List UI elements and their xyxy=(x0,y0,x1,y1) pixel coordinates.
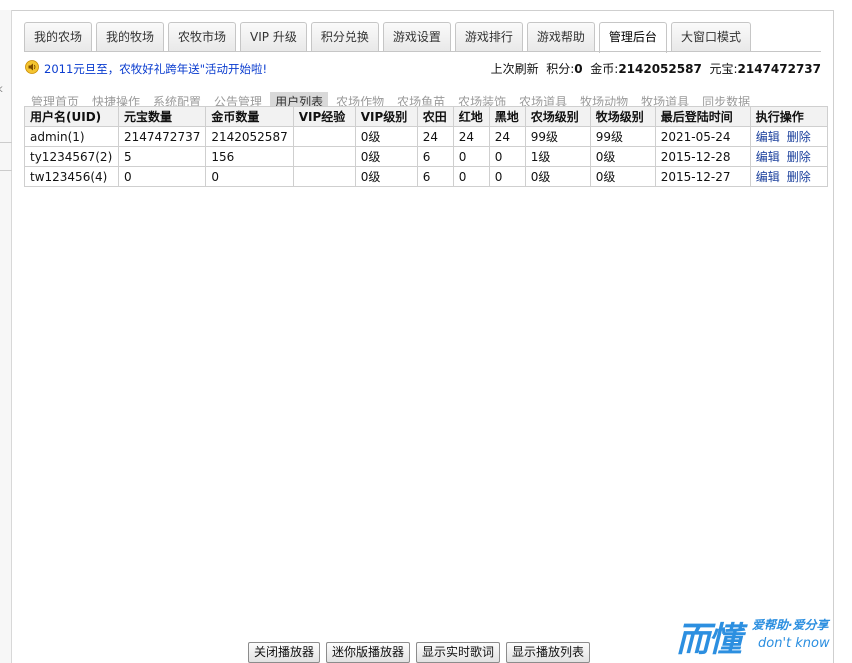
cell-vip-level: 0级 xyxy=(354,166,418,187)
col-header-farm-level: 农场级别 xyxy=(524,106,591,127)
yuanbao-label: 元宝: xyxy=(709,62,738,76)
cell-username: tw123456(4) xyxy=(24,166,119,187)
gold-label: 金币: xyxy=(590,62,619,76)
yuanbao-value: 2147472737 xyxy=(737,62,822,76)
tab-game-settings[interactable]: 游戏设置 xyxy=(382,22,451,52)
cell-yuanbao: 2147472737 xyxy=(117,126,207,147)
cell-actions: 编辑 删除 xyxy=(749,126,828,147)
last-refresh-label[interactable]: 上次刷新 xyxy=(491,62,539,76)
mini-player-button[interactable]: 迷你版播放器 xyxy=(326,642,411,663)
side-panel-divider xyxy=(0,142,12,143)
tab-game-ranking[interactable]: 游戏排行 xyxy=(454,22,523,52)
cell-red-land: 0 xyxy=(452,166,490,187)
points-value: 0 xyxy=(574,62,583,76)
col-header-vip-level: VIP级别 xyxy=(354,106,418,127)
cell-vip-level: 0级 xyxy=(354,146,418,167)
col-header-actions: 执行操作 xyxy=(749,106,828,127)
cell-last-login: 2015-12-27 xyxy=(654,166,751,187)
cell-ranch-level: 99级 xyxy=(589,126,656,147)
side-panel-glyph: k xyxy=(0,84,3,95)
table-row: ty1234567(2) 5 156 0级 6 0 0 1级 0级 2015-1… xyxy=(24,146,828,167)
top-tab-bar: 我的农场 我的牧场 农牧市场 VIP 升级 积分兑换 游戏设置 游戏排行 游戏帮… xyxy=(24,22,751,53)
col-header-yuanbao: 元宝数量 xyxy=(117,106,207,127)
col-header-red-land: 红地 xyxy=(452,106,490,127)
col-header-black-land: 黑地 xyxy=(488,106,526,127)
cell-yuanbao: 5 xyxy=(117,146,207,167)
col-header-username: 用户名(UID) xyxy=(24,106,119,127)
announcement-link[interactable]: 2011元旦至，农牧好礼跨年送"活动开始啦! xyxy=(44,61,267,77)
watermark-slogan: 爱帮助·爱分享 xyxy=(752,618,829,632)
announcement-bar: 2011元旦至，农牧好礼跨年送"活动开始啦! 上次刷新 积分:0 金币:2142… xyxy=(24,59,821,79)
left-side-panel: i k i xyxy=(0,10,12,663)
tab-large-window[interactable]: 大窗口模式 xyxy=(670,22,751,52)
edit-link[interactable]: 编辑 xyxy=(756,130,780,144)
cell-username: ty1234567(2) xyxy=(24,146,119,167)
cell-farmland: 6 xyxy=(416,146,454,167)
cell-black-land: 0 xyxy=(488,166,526,187)
cell-farm-level: 99级 xyxy=(524,126,591,147)
table-row: admin(1) 2147472737 2142052587 0级 24 24 … xyxy=(24,126,828,147)
col-header-farmland: 农田 xyxy=(416,106,454,127)
cell-black-land: 0 xyxy=(488,146,526,167)
tab-market[interactable]: 农牧市场 xyxy=(168,22,237,52)
player-button-bar: 关闭播放器 迷你版播放器 显示实时歌词 显示播放列表 xyxy=(248,642,591,663)
speaker-icon xyxy=(25,60,39,74)
cell-actions: 编辑 删除 xyxy=(749,146,828,167)
cell-ranch-level: 0级 xyxy=(589,166,656,187)
col-header-gold: 金币数量 xyxy=(205,106,294,127)
cell-gold: 2142052587 xyxy=(205,126,294,147)
cell-last-login: 2015-12-28 xyxy=(654,146,751,167)
cell-vip-exp xyxy=(292,166,356,187)
cell-actions: 编辑 删除 xyxy=(749,166,828,187)
cell-gold: 0 xyxy=(205,166,294,187)
tab-vip-upgrade[interactable]: VIP 升级 xyxy=(240,22,307,52)
edit-link[interactable]: 编辑 xyxy=(756,150,780,164)
show-playlist-button[interactable]: 显示播放列表 xyxy=(506,642,591,663)
tab-admin[interactable]: 管理后台 xyxy=(598,22,667,53)
cell-vip-exp xyxy=(292,126,356,147)
table-header-row: 用户名(UID) 元宝数量 金币数量 VIP经验 VIP级别 农田 红地 黑地 … xyxy=(24,106,828,127)
cell-red-land: 24 xyxy=(452,126,490,147)
delete-link[interactable]: 删除 xyxy=(787,170,811,184)
table-row: tw123456(4) 0 0 0级 6 0 0 0级 0级 2015-12-2… xyxy=(24,166,828,187)
cell-ranch-level: 0级 xyxy=(589,146,656,167)
col-header-vip-exp: VIP经验 xyxy=(292,106,356,127)
watermark-logo: 而懂 爱帮助·爱分享 don't know xyxy=(674,610,844,663)
watermark-subtext: don't know xyxy=(758,636,830,651)
cell-last-login: 2021-05-24 xyxy=(654,126,751,147)
edit-link[interactable]: 编辑 xyxy=(756,170,780,184)
delete-link[interactable]: 删除 xyxy=(787,150,811,164)
cell-vip-level: 0级 xyxy=(354,126,418,147)
cell-farmland: 24 xyxy=(416,126,454,147)
cell-farm-level: 0级 xyxy=(524,166,591,187)
delete-link[interactable]: 删除 xyxy=(787,130,811,144)
cell-black-land: 24 xyxy=(488,126,526,147)
cell-yuanbao: 0 xyxy=(117,166,207,187)
cell-vip-exp xyxy=(292,146,356,167)
watermark-main-text: 而懂 xyxy=(676,620,742,660)
tab-my-ranch[interactable]: 我的牧场 xyxy=(96,22,165,52)
show-lyrics-button[interactable]: 显示实时歌词 xyxy=(416,642,501,663)
cell-username: admin(1) xyxy=(24,126,119,147)
user-table: 用户名(UID) 元宝数量 金币数量 VIP经验 VIP级别 农田 红地 黑地 … xyxy=(24,106,828,187)
account-stats: 上次刷新 积分:0 金币:2142052587 元宝:2147472737 xyxy=(491,60,821,77)
tab-game-help[interactable]: 游戏帮助 xyxy=(526,22,595,52)
points-label: 积分: xyxy=(546,62,575,76)
cell-gold: 156 xyxy=(205,146,294,167)
tab-points-exchange[interactable]: 积分兑换 xyxy=(310,22,379,52)
gold-value: 2142052587 xyxy=(618,62,702,76)
col-header-ranch-level: 牧场级别 xyxy=(589,106,656,127)
side-panel-divider xyxy=(0,170,12,171)
cell-farmland: 6 xyxy=(416,166,454,187)
close-player-button[interactable]: 关闭播放器 xyxy=(248,642,321,663)
tab-bar-divider xyxy=(24,51,821,52)
tab-my-farm[interactable]: 我的农场 xyxy=(24,22,93,52)
cell-red-land: 0 xyxy=(452,146,490,167)
cell-farm-level: 1级 xyxy=(524,146,591,167)
col-header-last-login: 最后登陆时间 xyxy=(654,106,751,127)
